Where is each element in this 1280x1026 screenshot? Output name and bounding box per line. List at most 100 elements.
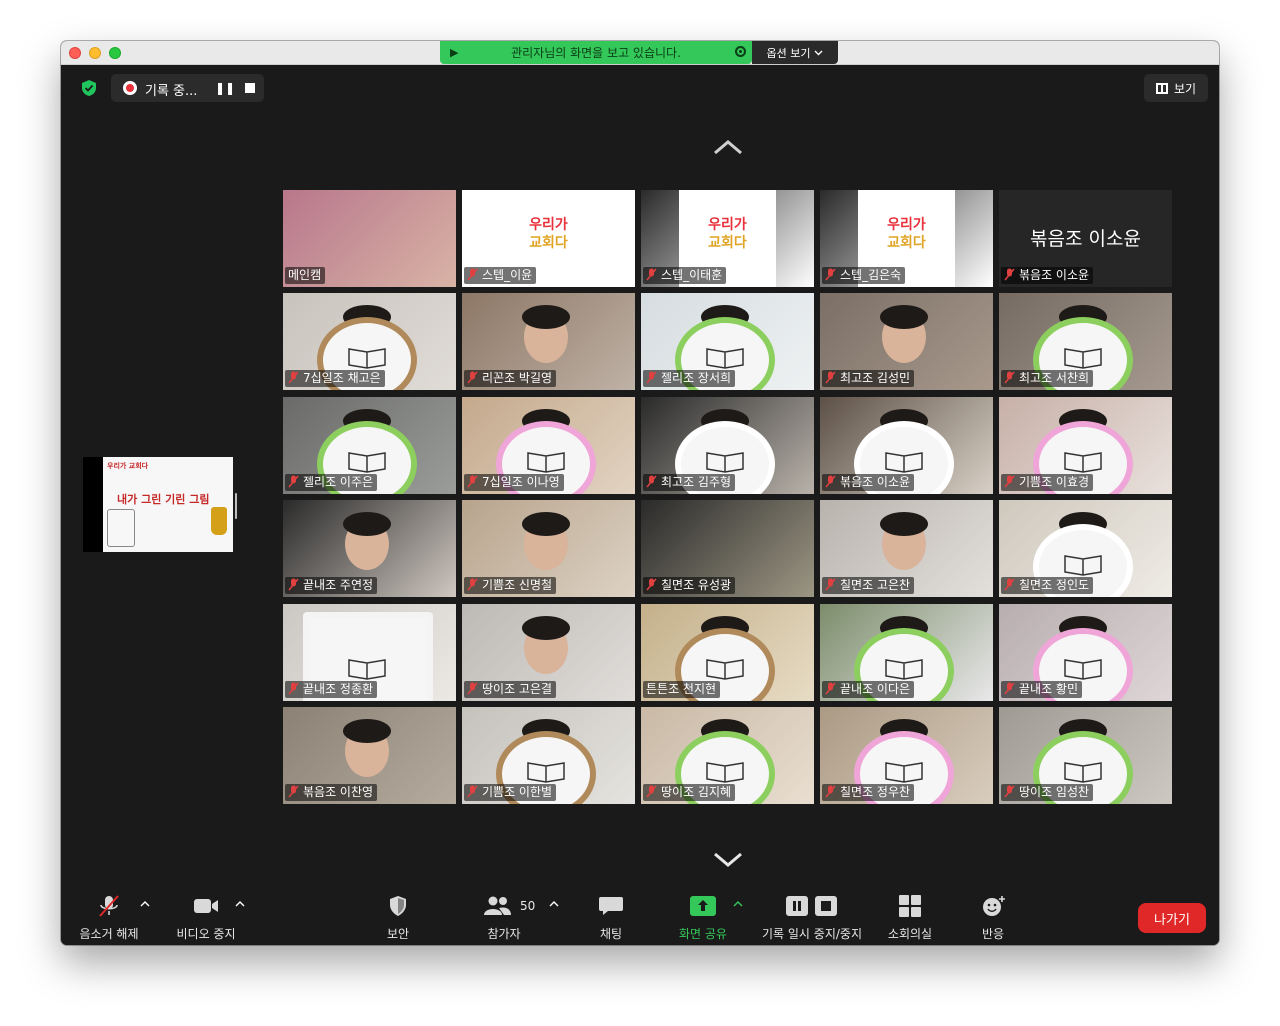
participant-name-label: 칠면조 정인도 xyxy=(1001,577,1094,594)
breakout-rooms-icon xyxy=(899,895,921,917)
video-options-caret-icon[interactable] xyxy=(234,899,246,909)
shared-screen-thumbnail[interactable]: 우리가 교회다 내가 그린 기린 그림 xyxy=(83,457,233,552)
participant-tile[interactable]: 우리가 교회다 스텝_이윤 xyxy=(462,190,635,287)
participant-name-label: 볶음조 이소윤 xyxy=(822,474,915,491)
participant-name: 7십일조 채고은 xyxy=(303,371,381,385)
muted-mic-icon xyxy=(646,475,657,488)
participant-name-label: 기쁨조 이효경 xyxy=(1001,474,1094,491)
book-drawing-icon xyxy=(527,762,565,783)
view-options-button[interactable]: 옵션 보기 xyxy=(752,41,838,64)
muted-microphone-icon xyxy=(99,895,119,917)
participant-name-label: 젤리조 장서희 xyxy=(643,370,736,387)
book-drawing-icon xyxy=(527,452,565,473)
participant-tile[interactable]: 최고조 서찬희 xyxy=(999,293,1172,390)
share-options-caret-icon[interactable] xyxy=(732,899,744,909)
recording-label: 기록 중... xyxy=(145,84,198,99)
participant-tile[interactable]: 땅이조 김지혜 xyxy=(641,707,814,804)
participant-tile[interactable]: 끝내조 주연정 xyxy=(283,500,456,597)
participant-tile[interactable]: 볶음조 이찬영 xyxy=(283,707,456,804)
panel-resize-handle[interactable] xyxy=(235,493,237,519)
participant-tile[interactable]: 땅이조 고은결 xyxy=(462,604,635,701)
participant-name-label: 칠면조 고은찬 xyxy=(822,577,915,594)
view-button[interactable]: 보기 xyxy=(1144,74,1208,102)
participant-tile[interactable]: 최고조 김성민 xyxy=(820,293,993,390)
participant-tile[interactable]: 볶음조 이소윤 xyxy=(820,397,993,494)
security-shield-icon[interactable] xyxy=(78,77,100,99)
muted-mic-icon xyxy=(825,268,836,281)
stop-recording-icon[interactable] xyxy=(245,83,255,93)
participant-tile[interactable]: 끝내조 황민 xyxy=(999,604,1172,701)
participant-name: 기쁨조 신명철 xyxy=(482,578,553,592)
participant-tile[interactable]: 최고조 김주형 xyxy=(641,397,814,494)
zoom-window: ▶ 관리자님의 화면을 보고 있습니다. 옵션 보기 기록 중... ❚❚ 보기… xyxy=(61,41,1219,945)
participant-tile[interactable]: 땅이조 임성찬 xyxy=(999,707,1172,804)
zoom-window-button[interactable] xyxy=(109,47,121,59)
participants-icon xyxy=(484,896,511,915)
participant-name: 칠면조 유성광 xyxy=(661,578,732,592)
participant-tile[interactable]: 볶음조 이소윤 볶음조 이소윤 xyxy=(999,190,1172,287)
participant-name-label: 스텝_이윤 xyxy=(464,267,537,284)
participant-tile[interactable]: 우리가 교회다 스텝_이태훈 xyxy=(641,190,814,287)
participant-name: 스텝_이윤 xyxy=(482,268,533,282)
close-window-button[interactable] xyxy=(69,47,81,59)
participant-name-label: 끝내조 황민 xyxy=(1001,681,1083,698)
muted-mic-icon xyxy=(288,682,299,695)
share-screen-button[interactable]: 화면 공유 xyxy=(673,879,733,945)
participant-tile[interactable]: 메인캠 xyxy=(283,190,456,287)
participant-tile[interactable]: 칠면조 유성광 xyxy=(641,500,814,597)
participant-tile[interactable]: 튼튼조 천지현 xyxy=(641,604,814,701)
participant-name: 칠면조 고은찬 xyxy=(840,578,911,592)
participant-tile[interactable]: 우리가 교회다 스텝_김은숙 xyxy=(820,190,993,287)
participant-name: 7십일조 이나영 xyxy=(482,475,560,489)
participant-tile[interactable]: 기쁨조 신명철 xyxy=(462,500,635,597)
participants-caret-icon[interactable] xyxy=(548,899,560,909)
participant-tile[interactable]: 젤리조 이주은 xyxy=(283,397,456,494)
minimize-window-button[interactable] xyxy=(89,47,101,59)
page-down-chevron-icon[interactable] xyxy=(713,849,743,869)
participant-tile[interactable]: 끝내조 정종환 xyxy=(283,604,456,701)
participant-tile[interactable]: 끝내조 이다은 xyxy=(820,604,993,701)
participant-name: 기쁨조 이효경 xyxy=(1019,475,1090,489)
layout-icon xyxy=(1155,82,1168,94)
book-drawing-icon xyxy=(348,348,386,369)
breakout-rooms-button[interactable]: 소회의실 xyxy=(881,879,939,945)
participant-hair xyxy=(343,719,391,743)
participants-button[interactable]: 50 참가자 xyxy=(475,879,535,945)
stop-video-button[interactable]: 비디오 중지 xyxy=(169,879,243,945)
page-up-chevron-icon[interactable] xyxy=(713,138,743,158)
participant-tile[interactable]: 7십일조 채고은 xyxy=(283,293,456,390)
pause-recording-icon[interactable]: ❚❚ xyxy=(215,81,235,95)
chat-button[interactable]: 채팅 xyxy=(585,879,637,945)
participant-name: 끝내조 주연정 xyxy=(303,578,374,592)
share-screen-label: 화면 공유 xyxy=(679,927,727,941)
participant-hair xyxy=(522,305,570,329)
poster-line-2: 교회다 xyxy=(708,235,747,251)
participant-tile[interactable]: 칠면조 정인도 xyxy=(999,500,1172,597)
muted-mic-icon xyxy=(646,785,657,798)
participant-tile[interactable]: 리꼰조 박길영 xyxy=(462,293,635,390)
participant-name: 땅이조 고은결 xyxy=(482,682,553,696)
participant-name-label: 끝내조 이다은 xyxy=(822,681,915,698)
record-pause-stop-button[interactable]: 기록 일시 중지/중지 xyxy=(755,879,869,945)
participant-name: 최고조 김성민 xyxy=(840,371,911,385)
participant-tile[interactable]: 칠면조 고은찬 xyxy=(820,500,993,597)
poster-line-1: 우리가 xyxy=(887,217,926,233)
participant-name: 땅이조 임성찬 xyxy=(1019,785,1090,799)
share-status-icon xyxy=(735,46,746,57)
participant-tile[interactable]: 기쁨조 이한별 xyxy=(462,707,635,804)
muted-mic-icon xyxy=(467,785,478,798)
unmute-button[interactable]: 음소거 해제 xyxy=(73,879,145,945)
speaker-icon: ▶ xyxy=(450,46,459,59)
shared-slide: 우리가 교회다 내가 그린 기린 그림 xyxy=(103,457,233,552)
participant-tile[interactable]: 기쁨조 이효경 xyxy=(999,397,1172,494)
audio-options-caret-icon[interactable] xyxy=(139,899,151,909)
participant-display-name: 볶음조 이소윤 xyxy=(1030,228,1141,250)
leave-button[interactable]: 나가기 xyxy=(1138,903,1206,933)
share-screen-icon xyxy=(690,896,716,916)
security-button[interactable]: 보안 xyxy=(371,879,425,945)
reactions-button[interactable]: 반응 xyxy=(969,879,1017,945)
participant-tile[interactable]: 7십일조 이나영 xyxy=(462,397,635,494)
participant-tile[interactable]: 칠면조 정우찬 xyxy=(820,707,993,804)
participant-name: 칠면조 정우찬 xyxy=(840,785,911,799)
participant-tile[interactable]: 젤리조 장서희 xyxy=(641,293,814,390)
